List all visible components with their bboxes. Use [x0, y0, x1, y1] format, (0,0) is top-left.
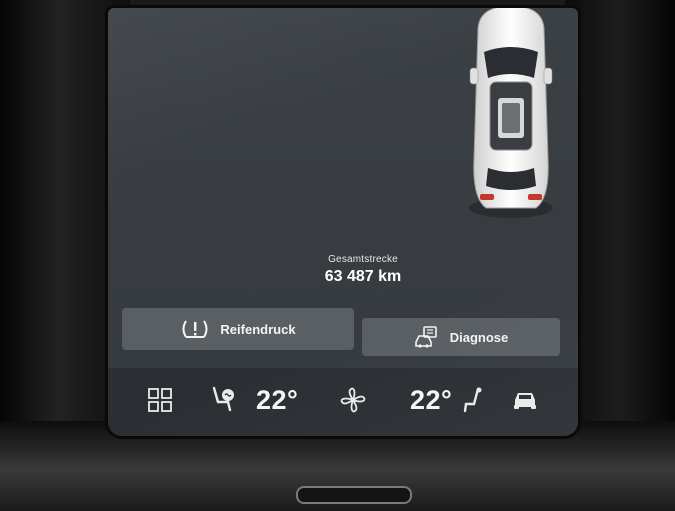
odometer-display: Gesamtstrecke 63 487 km	[278, 254, 448, 286]
passenger-temperature-control[interactable]: 22°	[410, 382, 452, 418]
app-grid-icon	[148, 388, 172, 412]
tire-pressure-warning-icon	[180, 318, 210, 340]
climate-bar: 22° 22°	[108, 368, 578, 436]
diagnosis-button[interactable]: Diagnose	[362, 318, 560, 356]
driver-seat-heat-button[interactable]	[210, 382, 236, 418]
driver-temperature-control[interactable]: 22°	[256, 382, 298, 418]
home-button[interactable]	[296, 486, 412, 504]
tire-pressure-label: Reifendruck	[220, 321, 296, 337]
odometer-label: Gesamtstrecke	[328, 254, 398, 265]
passenger-seat-button[interactable]	[462, 382, 484, 418]
fan-button[interactable]	[340, 382, 366, 418]
infotainment-scene: Gesamtstrecke 63 487 km Reifendruck Diag…	[0, 0, 675, 511]
diagnosis-label: Diagnose	[449, 329, 509, 345]
app-grid-button[interactable]	[148, 382, 172, 418]
odometer-value: 63 487 km	[324, 268, 402, 285]
tire-pressure-button[interactable]: Reifendruck	[122, 308, 354, 350]
passenger-seat-icon	[462, 386, 484, 414]
center-display: Gesamtstrecke 63 487 km Reifendruck Diag…	[108, 8, 578, 436]
fan-icon	[340, 387, 366, 413]
car-diagnosis-icon	[414, 326, 440, 348]
car-status-button[interactable]	[512, 382, 538, 418]
car-icon	[512, 390, 538, 410]
passenger-temperature[interactable]: 22°	[410, 385, 452, 416]
driver-seat-heat-icon	[210, 386, 236, 414]
driver-temperature[interactable]: 22°	[256, 385, 298, 416]
car-top-view-image	[469, 8, 553, 218]
